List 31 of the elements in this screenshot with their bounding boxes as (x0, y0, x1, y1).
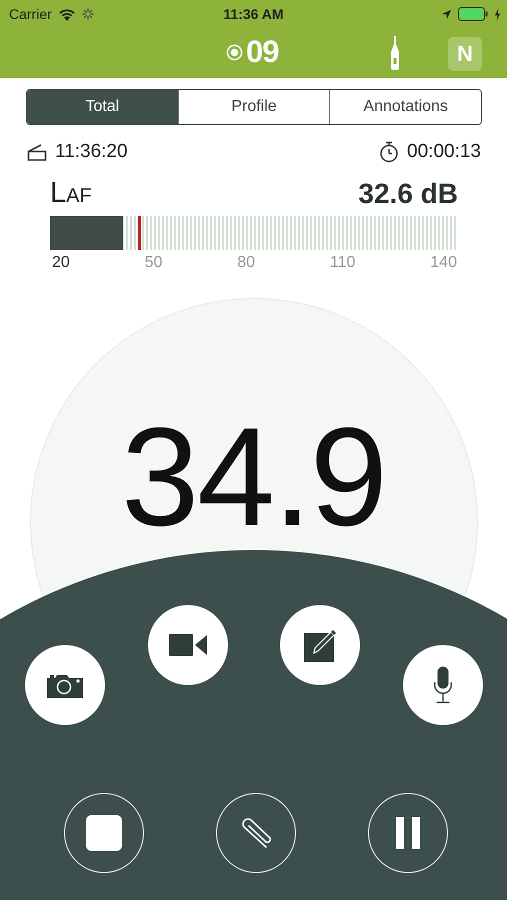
measurement-number: 09 (246, 34, 278, 70)
tab[interactable]: Annotations (329, 90, 481, 124)
video-camera-icon (168, 632, 208, 658)
stop-icon (85, 814, 123, 852)
pause-icon (395, 816, 421, 850)
scale-label: 140 (430, 254, 457, 272)
start-time: 11:36:20 (55, 141, 128, 163)
battery-icon (458, 7, 488, 21)
scale-label: 110 (330, 254, 356, 272)
stop-button[interactable] (64, 793, 144, 873)
scale-label: 50 (144, 254, 162, 272)
charging-icon (494, 8, 501, 20)
wifi-icon (58, 8, 76, 20)
edit-note-icon (302, 627, 338, 663)
location-icon (441, 8, 452, 20)
clock-time: 11:36 AM (223, 6, 284, 22)
pause-button[interactable] (368, 793, 448, 873)
stopwatch-icon (379, 141, 400, 163)
carrier-name: Carrier (9, 6, 52, 22)
activity-icon (82, 8, 94, 20)
elapsed-time: 00:00:13 (407, 141, 481, 163)
meter-label: LAF (50, 177, 92, 210)
scale-label: 80 (237, 254, 256, 272)
attach-button[interactable] (216, 793, 296, 873)
scale-label: 20 (52, 254, 70, 272)
microphone-icon (432, 665, 454, 705)
sound-level-value: 34.9 (121, 407, 386, 547)
tab[interactable]: Total (27, 90, 178, 124)
clapper-icon (27, 143, 47, 161)
level-reading: 32.6 dB (358, 178, 458, 210)
record-icon (226, 44, 243, 60)
